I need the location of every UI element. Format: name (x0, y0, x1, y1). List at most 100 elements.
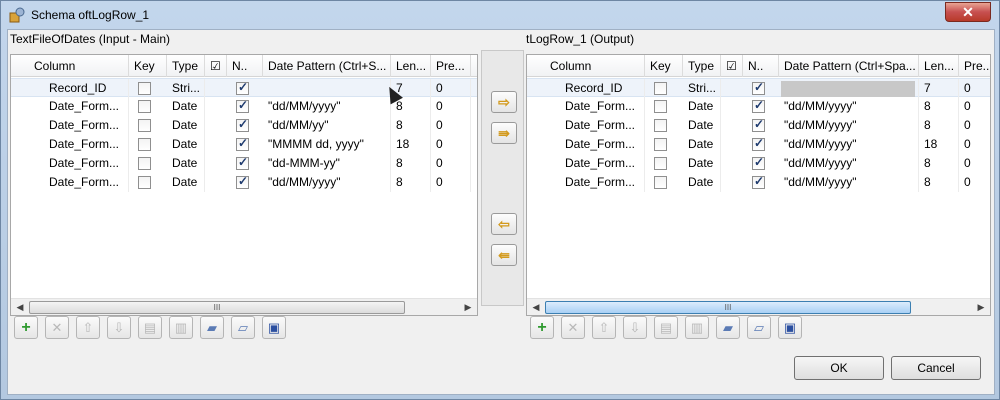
copy-all-right-button[interactable]: ⇛ (491, 122, 517, 144)
column-name-cell[interactable]: Date_Form... (29, 135, 129, 154)
nullable-checkbox[interactable] (236, 155, 249, 170)
table-row[interactable]: Record_IDStri...70 (527, 78, 990, 98)
header-length[interactable]: Len... (391, 55, 431, 77)
table-row[interactable]: Record_IDStri...70 (11, 78, 477, 98)
key-checkbox[interactable] (654, 82, 667, 95)
header-date-pattern[interactable]: Date Pattern (Ctrl+Spa... (779, 55, 919, 77)
type-cell[interactable]: Stri... (167, 79, 205, 98)
header-column[interactable]: Column (545, 55, 645, 77)
input-scroll-thumb[interactable]: III (29, 301, 405, 314)
nullable-checkbox[interactable] (752, 117, 765, 132)
date-pattern-cell[interactable]: "MMMM dd, yyyy" (263, 135, 391, 154)
export-folder-icon[interactable]: ▱ (231, 316, 255, 339)
length-cell[interactable]: 8 (919, 97, 959, 116)
header-select-all-checkbox[interactable]: ☑ (205, 55, 227, 77)
header-key[interactable]: Key (645, 55, 683, 77)
header-select-all-checkbox[interactable]: ☑ (721, 55, 743, 77)
copy-icon[interactable]: ▤ (138, 316, 162, 339)
column-name-cell[interactable]: Date_Form... (545, 135, 645, 154)
ok-button[interactable]: OK (794, 356, 884, 380)
table-row[interactable]: Date_Form... Date "MMMM dd, yyyy"180 (11, 135, 477, 154)
nullable-checkbox[interactable] (752, 80, 765, 95)
type-cell[interactable]: Date (167, 173, 205, 192)
remove-icon[interactable]: ✕ (561, 316, 585, 339)
column-name-cell[interactable]: Record_ID (29, 79, 129, 98)
date-pattern-cell[interactable]: "dd-MMM-yy" (263, 154, 391, 173)
key-checkbox[interactable] (138, 82, 151, 95)
import-folder-icon[interactable]: ▰ (716, 316, 740, 339)
precision-cell[interactable]: 0 (431, 97, 471, 116)
output-schema-table[interactable]: Column Key Type ☑ N.. Date Pattern (Ctrl… (526, 54, 991, 316)
date-pattern-cell[interactable]: "dd/MM/yyyy" (779, 135, 919, 154)
precision-cell[interactable]: 0 (959, 79, 990, 98)
add-icon[interactable]: + (530, 316, 554, 339)
key-checkbox[interactable] (654, 157, 667, 170)
copy-selected-right-button[interactable]: ⇨ (491, 91, 517, 113)
length-cell[interactable]: 18 (391, 135, 431, 154)
key-checkbox[interactable] (654, 119, 667, 132)
copy-all-left-button[interactable]: ⇚ (491, 244, 517, 266)
type-cell[interactable]: Date (683, 154, 721, 173)
type-cell[interactable]: Date (683, 135, 721, 154)
close-button[interactable]: ✕ (945, 2, 991, 22)
column-name-cell[interactable]: Date_Form... (545, 173, 645, 192)
precision-cell[interactable]: 0 (959, 116, 990, 135)
remove-icon[interactable]: ✕ (45, 316, 69, 339)
nullable-checkbox[interactable] (236, 136, 249, 151)
table-row[interactable]: Date_Form... Date "dd/MM/yyyy"80 (527, 116, 990, 135)
date-pattern-cell[interactable]: "dd/MM/yy" (263, 116, 391, 135)
type-cell[interactable]: Date (683, 173, 721, 192)
title-bar[interactable]: Schema oftLogRow_1 ✕ (1, 1, 999, 29)
table-row[interactable]: Date_Form... Date "dd-MMM-yy"80 (11, 154, 477, 173)
column-name-cell[interactable]: Date_Form... (545, 116, 645, 135)
date-pattern-cell[interactable]: "dd/MM/yyyy" (263, 173, 391, 192)
precision-cell[interactable]: 0 (959, 154, 990, 173)
header-length[interactable]: Len... (919, 55, 959, 77)
move-up-icon[interactable]: ⇧ (76, 316, 100, 339)
length-cell[interactable]: 8 (919, 116, 959, 135)
date-pattern-cell[interactable]: "dd/MM/yyyy" (779, 97, 919, 116)
header-nullable[interactable]: N.. (743, 55, 779, 77)
key-checkbox[interactable] (138, 119, 151, 132)
copy-selected-left-button[interactable]: ⇦ (491, 213, 517, 235)
scroll-left-icon[interactable]: ◀ (13, 301, 27, 314)
scroll-right-icon[interactable]: ▶ (461, 301, 475, 314)
length-cell[interactable]: 8 (391, 173, 431, 192)
nullable-checkbox[interactable] (752, 136, 765, 151)
paste-icon[interactable]: ▥ (169, 316, 193, 339)
table-row[interactable]: Date_Form... Date "dd/MM/yyyy"80 (11, 173, 477, 192)
precision-cell[interactable]: 0 (959, 97, 990, 116)
key-checkbox[interactable] (138, 100, 151, 113)
header-type[interactable]: Type (167, 55, 205, 77)
input-horizontal-scrollbar[interactable]: ◀ III ▶ (11, 298, 477, 315)
column-name-cell[interactable]: Date_Form... (29, 97, 129, 116)
nullable-checkbox[interactable] (236, 80, 249, 95)
key-checkbox[interactable] (138, 157, 151, 170)
type-cell[interactable]: Date (167, 135, 205, 154)
header-precision[interactable]: Pre... (431, 55, 471, 77)
date-pattern-cell[interactable]: "dd/MM/yyyy" (779, 173, 919, 192)
copy-icon[interactable]: ▤ (654, 316, 678, 339)
column-name-cell[interactable]: Record_ID (545, 79, 645, 98)
import-folder-icon[interactable]: ▰ (200, 316, 224, 339)
table-row[interactable]: Date_Form... Date "dd/MM/yy"80 (11, 116, 477, 135)
column-name-cell[interactable]: Date_Form... (29, 116, 129, 135)
date-pattern-cell[interactable]: "dd/MM/yyyy" (779, 116, 919, 135)
length-cell[interactable]: 8 (919, 154, 959, 173)
date-pattern-cell[interactable] (263, 79, 391, 98)
length-cell[interactable]: 8 (919, 173, 959, 192)
table-row[interactable]: Date_Form... Date "dd/MM/yyyy"80 (527, 173, 990, 192)
add-icon[interactable]: + (14, 316, 38, 339)
length-cell[interactable]: 8 (391, 154, 431, 173)
date-pattern-editor[interactable] (781, 81, 915, 97)
date-pattern-cell[interactable]: "dd/MM/yyyy" (779, 154, 919, 173)
table-row[interactable]: Date_Form... Date "dd/MM/yyyy"180 (527, 135, 990, 154)
type-cell[interactable]: Date (167, 97, 205, 116)
header-nullable[interactable]: N.. (227, 55, 263, 77)
table-row[interactable]: Date_Form... Date "dd/MM/yyyy"80 (527, 154, 990, 173)
save-icon[interactable]: ▣ (778, 316, 802, 339)
move-down-icon[interactable]: ⇩ (623, 316, 647, 339)
nullable-checkbox[interactable] (752, 98, 765, 113)
precision-cell[interactable]: 0 (431, 154, 471, 173)
save-icon[interactable]: ▣ (262, 316, 286, 339)
